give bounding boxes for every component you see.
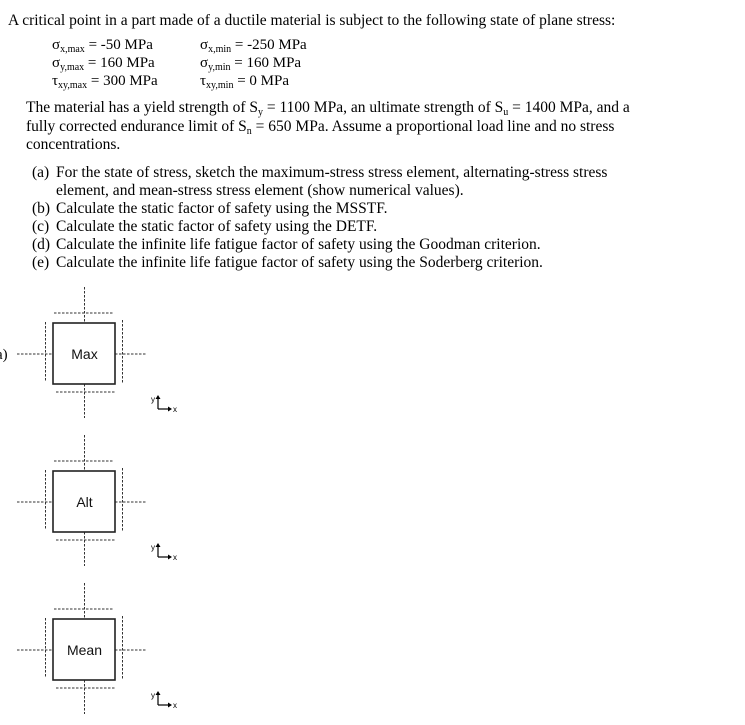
- xy-axes-icon: yx: [151, 691, 177, 710]
- stress-element-max: Maxyx: [17, 287, 177, 418]
- x-axis-label: x: [173, 405, 177, 414]
- element-label: Alt: [76, 494, 92, 510]
- y-axis-label: y: [151, 691, 155, 700]
- y-axis-label: y: [151, 395, 155, 404]
- x-axis-label: x: [173, 701, 177, 710]
- stress-element-mean: Meanyx: [17, 583, 177, 714]
- element-label: Mean: [67, 642, 102, 658]
- xy-axes-icon: yx: [151, 543, 177, 562]
- part-a-label: a): [0, 347, 8, 363]
- xy-axes-icon: yx: [151, 395, 177, 414]
- x-axis-label: x: [173, 553, 177, 562]
- x-arrow-head: [168, 702, 172, 708]
- x-arrow-head: [168, 554, 172, 560]
- y-arrow-head: [155, 395, 161, 399]
- stress-element-sketches: a) MaxyxAltyxMeanyx: [0, 287, 177, 714]
- element-label: Max: [71, 346, 97, 362]
- x-arrow-head: [168, 406, 172, 412]
- y-axis-label: y: [151, 543, 155, 552]
- y-arrow-head: [155, 543, 161, 547]
- stress-element-alt: Altyx: [17, 435, 177, 566]
- y-arrow-head: [155, 691, 161, 695]
